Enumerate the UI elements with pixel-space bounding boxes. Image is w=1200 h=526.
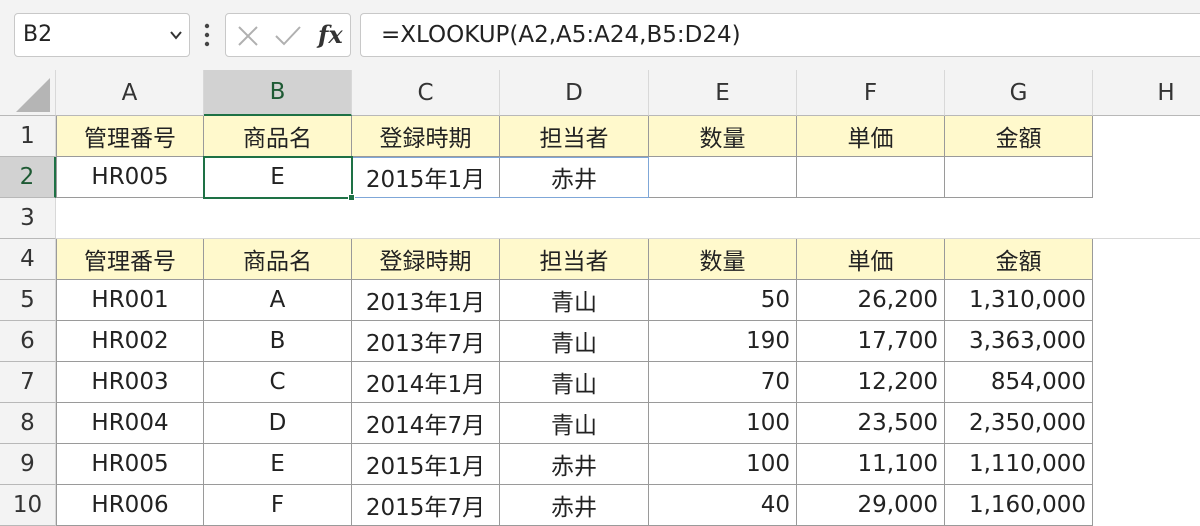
row-header-7[interactable]: 7 (0, 362, 56, 403)
row-header-3[interactable]: 3 (0, 198, 56, 239)
row-header-2[interactable]: 2 (0, 157, 56, 198)
cell-b8[interactable]: D (204, 403, 352, 444)
cell-a9[interactable]: HR005 (56, 444, 204, 485)
cell-d8[interactable]: 青山 (500, 403, 649, 444)
cell-b5[interactable]: A (204, 280, 352, 321)
cell-c5[interactable]: 2013年1月 (352, 280, 500, 321)
cell-b10[interactable]: F (204, 485, 352, 526)
cell-d9[interactable]: 赤井 (500, 444, 649, 485)
cell-c10[interactable]: 2015年7月 (352, 485, 500, 526)
formula-controls: fx (225, 13, 351, 57)
fill-handle[interactable] (348, 194, 355, 201)
cell-d10[interactable]: 赤井 (500, 485, 649, 526)
formula-bar: B2 fx =XLOOKUP(A2,A5:A24,B5:D24) (0, 0, 1200, 70)
cell-b2[interactable]: E (204, 157, 352, 198)
more-options-icon[interactable] (203, 22, 211, 48)
cell-g8[interactable]: 2,350,000 (945, 403, 1093, 444)
row-3-empty (56, 198, 1200, 239)
cell-f4[interactable]: 単価 (797, 239, 945, 280)
cell-c9[interactable]: 2015年1月 (352, 444, 500, 485)
cell-e2[interactable] (649, 157, 797, 198)
cancel-icon[interactable] (236, 24, 260, 48)
cell-f8[interactable]: 23,500 (797, 403, 945, 444)
name-box[interactable]: B2 (14, 13, 190, 57)
cell-c1[interactable]: 登録時期 (352, 116, 500, 157)
cell-c2[interactable]: 2015年1月 (352, 157, 500, 198)
cell-f2[interactable] (797, 157, 945, 198)
column-header-f[interactable]: F (797, 70, 945, 116)
column-header-c[interactable]: C (352, 70, 500, 116)
row-header-5[interactable]: 5 (0, 280, 56, 321)
cell-d5[interactable]: 青山 (500, 280, 649, 321)
cell-e10[interactable]: 40 (649, 485, 797, 526)
cell-b7[interactable]: C (204, 362, 352, 403)
cell-f10[interactable]: 29,000 (797, 485, 945, 526)
select-all-triangle-icon (16, 78, 50, 112)
chevron-down-icon[interactable] (169, 28, 183, 42)
cell-g4[interactable]: 金額 (945, 239, 1093, 280)
cell-g1[interactable]: 金額 (945, 116, 1093, 157)
row-header-9[interactable]: 9 (0, 444, 56, 485)
cell-g9[interactable]: 1,110,000 (945, 444, 1093, 485)
select-all-corner[interactable] (0, 70, 56, 116)
cell-g2[interactable] (945, 157, 1093, 198)
row-header-4[interactable]: 4 (0, 239, 56, 280)
column-header-e[interactable]: E (649, 70, 797, 116)
column-header-a[interactable]: A (56, 70, 204, 116)
cell-d7[interactable]: 青山 (500, 362, 649, 403)
cell-b4[interactable]: 商品名 (204, 239, 352, 280)
cell-d4[interactable]: 担当者 (500, 239, 649, 280)
cell-g7[interactable]: 854,000 (945, 362, 1093, 403)
cell-e5[interactable]: 50 (649, 280, 797, 321)
cell-a10[interactable]: HR006 (56, 485, 204, 526)
cell-a2[interactable]: HR005 (56, 157, 204, 198)
insert-function-icon[interactable]: fx (318, 20, 343, 49)
cell-a8[interactable]: HR004 (56, 403, 204, 444)
cell-e1[interactable]: 数量 (649, 116, 797, 157)
name-box-value: B2 (23, 22, 53, 47)
cell-b1[interactable]: 商品名 (204, 116, 352, 157)
cell-f7[interactable]: 12,200 (797, 362, 945, 403)
cell-c8[interactable]: 2014年7月 (352, 403, 500, 444)
cell-d2[interactable]: 赤井 (500, 157, 649, 198)
cell-a7[interactable]: HR003 (56, 362, 204, 403)
cell-e6[interactable]: 190 (649, 321, 797, 362)
cell-c7[interactable]: 2014年1月 (352, 362, 500, 403)
cell-g5[interactable]: 1,310,000 (945, 280, 1093, 321)
row-header-10[interactable]: 10 (0, 485, 56, 526)
cell-e4[interactable]: 数量 (649, 239, 797, 280)
cell-b6[interactable]: B (204, 321, 352, 362)
column-header-d[interactable]: D (500, 70, 649, 116)
cell-c6[interactable]: 2013年7月 (352, 321, 500, 362)
column-header-b[interactable]: B (204, 70, 352, 116)
cell-b9[interactable]: E (204, 444, 352, 485)
cell-g10[interactable]: 1,160,000 (945, 485, 1093, 526)
row-header-8[interactable]: 8 (0, 403, 56, 444)
cell-f1[interactable]: 単価 (797, 116, 945, 157)
cell-e9[interactable]: 100 (649, 444, 797, 485)
cell-f6[interactable]: 17,700 (797, 321, 945, 362)
row-header-1[interactable]: 1 (0, 116, 56, 157)
cell-a4[interactable]: 管理番号 (56, 239, 204, 280)
cell-f9[interactable]: 11,100 (797, 444, 945, 485)
cell-a1[interactable]: 管理番号 (56, 116, 204, 157)
formula-input[interactable]: =XLOOKUP(A2,A5:A24,B5:D24) (360, 13, 1200, 57)
cell-d6[interactable]: 青山 (500, 321, 649, 362)
cell-g6[interactable]: 3,363,000 (945, 321, 1093, 362)
cell-e8[interactable]: 100 (649, 403, 797, 444)
cell-a5[interactable]: HR001 (56, 280, 204, 321)
row-header-6[interactable]: 6 (0, 321, 56, 362)
column-header-g[interactable]: G (945, 70, 1093, 116)
cell-e7[interactable]: 70 (649, 362, 797, 403)
enter-check-icon[interactable] (274, 24, 302, 48)
cell-f5[interactable]: 26,200 (797, 280, 945, 321)
cell-d1[interactable]: 担当者 (500, 116, 649, 157)
cell-a6[interactable]: HR002 (56, 321, 204, 362)
cell-c4[interactable]: 登録時期 (352, 239, 500, 280)
column-header-h[interactable]: H (1093, 70, 1200, 116)
